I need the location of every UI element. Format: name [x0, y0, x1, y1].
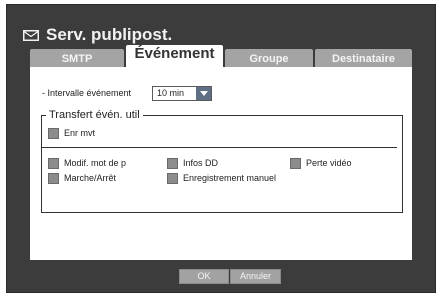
group-divider: [42, 147, 397, 148]
mail-icon: [23, 29, 39, 41]
interval-value: 10 min: [157, 88, 185, 98]
tab-destinataire[interactable]: Destinataire: [315, 49, 412, 67]
tab-groupe[interactable]: Groupe: [225, 49, 313, 67]
marche-arret-checkbox[interactable]: [48, 173, 59, 184]
enr-mvt-label: Enr mvt: [64, 128, 96, 138]
window-title-text: Serv. publipost.: [46, 25, 173, 44]
modif-mdp-checkbox[interactable]: [48, 158, 59, 169]
interval-label: - Intervalle événement: [42, 88, 132, 98]
enr-manuel-label: Enregistrement manuel: [183, 173, 277, 183]
tab-smtp[interactable]: SMTP: [30, 49, 124, 67]
chevron-down-icon[interactable]: [196, 87, 211, 100]
perte-video-checkbox[interactable]: [290, 158, 301, 169]
settings-panel: - Intervalle événement 10 min Transfert …: [30, 67, 412, 260]
tab-evenement[interactable]: Événement: [126, 45, 223, 67]
dialog-window: Serv. publipost. SMTP Événement Groupe D…: [6, 4, 436, 293]
perte-video-label: Perte vidéo: [306, 158, 352, 168]
infos-dd-label: Infos DD: [183, 158, 219, 168]
infos-dd-checkbox[interactable]: [167, 158, 178, 169]
enr-manuel-checkbox[interactable]: [167, 173, 178, 184]
interval-dropdown[interactable]: 10 min: [152, 86, 212, 101]
ok-button[interactable]: OK: [179, 269, 229, 284]
marche-arret-label: Marche/Arrêt: [64, 173, 117, 183]
window-title: Serv. publipost.: [23, 23, 172, 47]
transfer-legend: Transfert évén. util: [46, 109, 143, 121]
cancel-button[interactable]: Annuler: [230, 269, 281, 284]
modif-mdp-label: Modif. mot de p: [64, 158, 127, 168]
enr-mvt-checkbox[interactable]: [48, 128, 59, 139]
